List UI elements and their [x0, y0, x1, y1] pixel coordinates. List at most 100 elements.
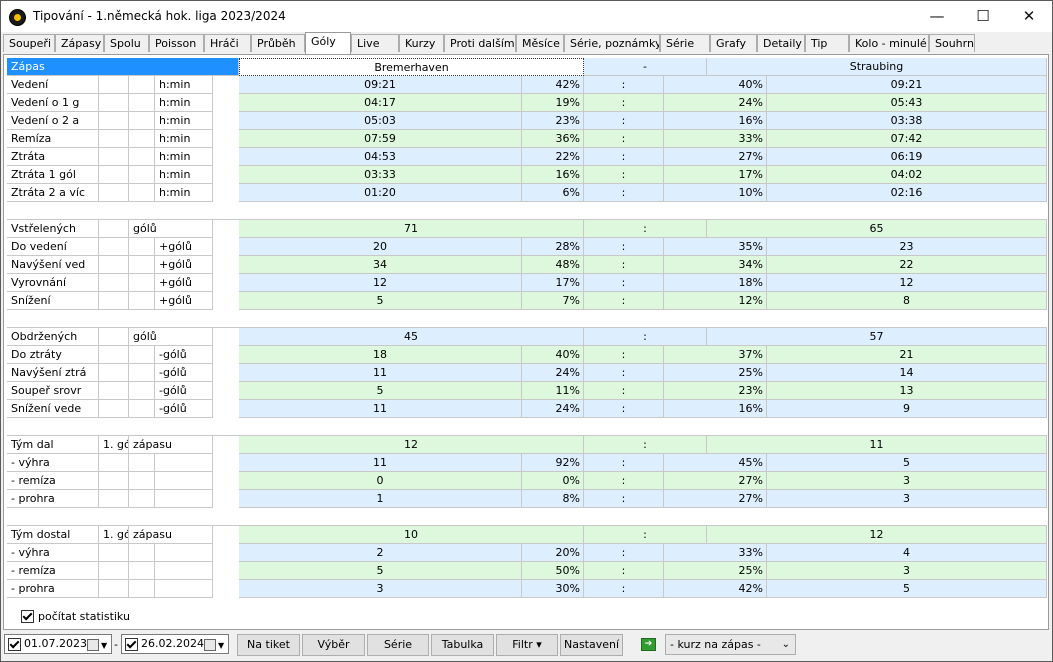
value-separator[interactable]: :	[584, 130, 664, 148]
home-percent[interactable]: 7%	[522, 292, 584, 310]
home-value[interactable]: 34	[239, 256, 522, 274]
value-separator[interactable]: :	[584, 580, 664, 598]
away-value[interactable]: 23	[767, 238, 1047, 256]
row-cell-empty[interactable]	[129, 148, 155, 166]
value-separator[interactable]: :	[584, 274, 664, 292]
value-separator[interactable]: :	[584, 454, 664, 472]
tab-12[interactable]: Série	[660, 34, 710, 52]
row-label[interactable]: Vedení o 2 a	[7, 112, 99, 130]
table-row[interactable]: - prohra 1 8%:27% 3	[7, 490, 1047, 508]
row-unit[interactable]: +gólů	[155, 274, 213, 292]
row-cell-empty[interactable]	[129, 76, 155, 94]
vyber-button[interactable]: Výběr	[302, 634, 365, 656]
row-cell-empty[interactable]	[99, 130, 129, 148]
home-value[interactable]: 09:21	[239, 76, 522, 94]
row-cell-empty[interactable]	[129, 562, 155, 580]
row-cell-empty[interactable]	[99, 148, 129, 166]
away-percent[interactable]: 27%	[664, 148, 767, 166]
home-percent[interactable]: 16%	[522, 166, 584, 184]
row-unit[interactable]: -gólů	[155, 346, 213, 364]
section-separator[interactable]: :	[584, 526, 707, 544]
home-percent[interactable]: 24%	[522, 400, 584, 418]
row-unit[interactable]: +gólů	[155, 256, 213, 274]
away-percent[interactable]: 27%	[664, 472, 767, 490]
row-unit[interactable]: h:min	[155, 184, 213, 202]
date-to-checkbox[interactable]	[125, 637, 138, 651]
section-title-c2[interactable]: 1. gó	[99, 436, 129, 454]
tab-13[interactable]: Grafy	[710, 34, 757, 52]
away-value[interactable]: 22	[767, 256, 1047, 274]
away-value[interactable]: 13	[767, 382, 1047, 400]
section-away-total[interactable]: 12	[707, 526, 1047, 544]
tab-7[interactable]: Live	[351, 34, 399, 52]
table-row[interactable]: - prohra 3 30%:42% 5	[7, 580, 1047, 598]
away-value[interactable]: 06:19	[767, 148, 1047, 166]
tab-16[interactable]: Kolo - minulé	[849, 34, 929, 52]
table-row[interactable]: Ztráta 2 a víc h:min 01:20 6%:10% 02:16	[7, 184, 1047, 202]
section-title-c2[interactable]: 1. gó	[99, 526, 129, 544]
row-unit[interactable]	[155, 562, 213, 580]
filtr-button[interactable]: Filtr ▾	[496, 634, 558, 656]
arrow-right-icon[interactable]: ➔	[641, 638, 656, 651]
away-value[interactable]: 14	[767, 364, 1047, 382]
section-title-label[interactable]: Obdržených	[7, 328, 99, 346]
table-row[interactable]: Navýšení ved +gólů 34 48%:34% 22	[7, 256, 1047, 274]
away-value[interactable]: 12	[767, 274, 1047, 292]
row-label[interactable]: - remíza	[7, 472, 99, 490]
away-percent[interactable]: 37%	[664, 346, 767, 364]
chevron-down-icon[interactable]: ▼	[101, 637, 107, 655]
value-separator[interactable]: :	[584, 490, 664, 508]
table-row[interactable]: Ztráta 1 gól h:min 03:33 16%:17% 04:02	[7, 166, 1047, 184]
away-value[interactable]: 8	[767, 292, 1047, 310]
away-percent[interactable]: 45%	[664, 454, 767, 472]
header-row[interactable]: Zápas Bremerhaven - Straubing	[7, 58, 1047, 76]
home-value[interactable]: 07:59	[239, 130, 522, 148]
section-separator[interactable]: :	[584, 220, 707, 238]
row-cell-empty[interactable]	[99, 166, 129, 184]
row-unit[interactable]: -gólů	[155, 382, 213, 400]
home-percent[interactable]: 23%	[522, 112, 584, 130]
section-away-total[interactable]: 65	[707, 220, 1047, 238]
away-percent[interactable]: 12%	[664, 292, 767, 310]
home-team-header[interactable]: Bremerhaven	[239, 58, 584, 76]
table-row[interactable]: Do vedení +gólů 20 28%:35% 23	[7, 238, 1047, 256]
date-from-picker[interactable]: 01.07.2023 ▼	[4, 634, 112, 654]
section-title-unit[interactable]: gólů	[129, 220, 213, 238]
row-label[interactable]: Ztráta 2 a víc	[7, 184, 99, 202]
tab-17[interactable]: Souhrn	[929, 34, 975, 52]
home-value[interactable]: 11	[239, 400, 522, 418]
section-away-total[interactable]: 57	[707, 328, 1047, 346]
tab-14[interactable]: Detaily	[757, 34, 805, 52]
calendar-icon[interactable]	[204, 639, 216, 651]
home-value[interactable]: 5	[239, 382, 522, 400]
away-percent[interactable]: 25%	[664, 562, 767, 580]
row-label[interactable]: - výhra	[7, 454, 99, 472]
home-value[interactable]: 05:03	[239, 112, 522, 130]
row-cell-empty[interactable]	[99, 562, 129, 580]
table-row[interactable]: Snížení vede -gólů 11 24%:16% 9	[7, 400, 1047, 418]
row-label[interactable]: - výhra	[7, 544, 99, 562]
value-separator[interactable]: :	[584, 112, 664, 130]
away-percent[interactable]: 10%	[664, 184, 767, 202]
section-home-total[interactable]: 71	[239, 220, 584, 238]
row-label[interactable]: - prohra	[7, 490, 99, 508]
value-separator[interactable]: :	[584, 292, 664, 310]
row-label[interactable]: - remíza	[7, 562, 99, 580]
row-label[interactable]: Soupeř srovr	[7, 382, 99, 400]
tabulka-button[interactable]: Tabulka	[431, 634, 494, 656]
away-value[interactable]: 5	[767, 454, 1047, 472]
value-separator[interactable]: :	[584, 364, 664, 382]
home-value[interactable]: 04:53	[239, 148, 522, 166]
row-cell-empty[interactable]	[99, 454, 129, 472]
value-separator[interactable]: :	[584, 166, 664, 184]
away-value[interactable]: 5	[767, 580, 1047, 598]
home-percent[interactable]: 11%	[522, 382, 584, 400]
away-value[interactable]: 02:16	[767, 184, 1047, 202]
row-cell-empty[interactable]	[99, 112, 129, 130]
section-away-total[interactable]: 11	[707, 436, 1047, 454]
row-label[interactable]: Snížení vede	[7, 400, 99, 418]
row-unit[interactable]: h:min	[155, 130, 213, 148]
section-separator[interactable]: :	[584, 436, 707, 454]
row-cell-empty[interactable]	[129, 400, 155, 418]
home-value[interactable]: 0	[239, 472, 522, 490]
